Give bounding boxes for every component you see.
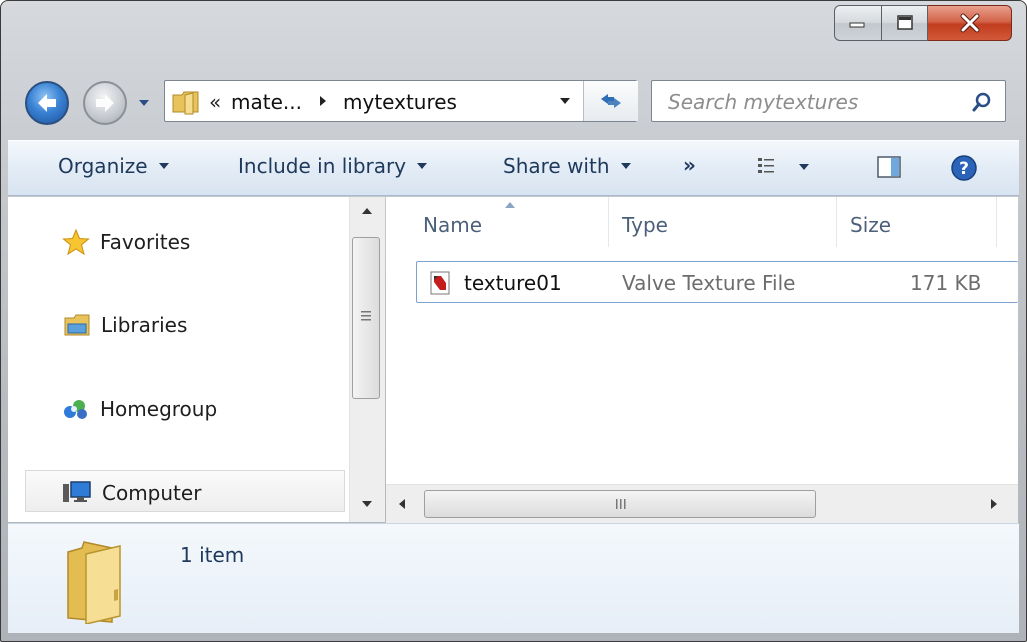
chevron-down-icon	[158, 163, 169, 169]
include-in-library-button[interactable]: Include in library	[238, 154, 428, 178]
arrow-left-icon	[38, 94, 56, 112]
nav-item-favorites[interactable]: Favorites	[62, 223, 190, 261]
scroll-down-icon[interactable]	[361, 500, 373, 508]
share-with-label: Share with	[503, 154, 610, 178]
column-divider[interactable]	[996, 197, 997, 247]
details-view-icon	[758, 158, 774, 173]
scroll-right-icon[interactable]	[990, 498, 998, 510]
column-header-name[interactable]: Name	[423, 213, 482, 237]
svg-text:?: ?	[959, 159, 969, 179]
horizontal-scrollbar[interactable]	[386, 484, 1018, 523]
command-bar: Organize Include in library Share with »	[8, 140, 1019, 196]
nav-item-label: Favorites	[100, 230, 191, 254]
caption-buttons	[834, 5, 1012, 43]
nav-item-computer[interactable]: Computer	[62, 474, 201, 512]
column-header-type[interactable]: Type	[622, 213, 668, 237]
column-header-size[interactable]: Size	[850, 213, 891, 237]
close-button[interactable]	[928, 5, 1012, 41]
search-box[interactable]: Search mytextures	[651, 80, 1006, 122]
nav-item-label: Libraries	[101, 313, 188, 337]
breadcrumb-arrow-icon[interactable]	[317, 93, 329, 109]
grip-icon	[361, 311, 371, 321]
refresh-icon	[601, 94, 621, 108]
texture-file-icon	[430, 271, 450, 295]
item-count: 1 item	[180, 543, 245, 567]
scroll-left-icon[interactable]	[398, 498, 406, 510]
chevron-down-icon	[417, 163, 428, 169]
column-divider[interactable]	[608, 197, 609, 247]
minimize-icon	[849, 22, 865, 28]
chevron-down-icon	[620, 163, 631, 169]
folder-icon	[67, 541, 121, 624]
minimize-button[interactable]	[834, 5, 882, 41]
grip-icon	[616, 499, 626, 509]
more-commands-button[interactable]: »	[683, 153, 696, 177]
help-icon: ?	[951, 155, 977, 181]
organize-label: Organize	[58, 154, 148, 178]
scrollbar-thumb[interactable]	[424, 490, 816, 518]
sort-ascending-icon	[505, 202, 515, 208]
change-view-button[interactable]	[756, 156, 810, 178]
share-with-button[interactable]: Share with	[503, 154, 632, 178]
explorer-window: « mate... mytextures Search mytextures O…	[0, 0, 1027, 642]
column-divider[interactable]	[836, 197, 837, 247]
scrollbar-thumb[interactable]	[352, 237, 380, 399]
libraries-icon	[64, 314, 90, 336]
nav-item-label: Homegroup	[100, 397, 218, 421]
address-overflow[interactable]: «	[209, 90, 221, 114]
back-button[interactable]	[25, 81, 69, 125]
help-button[interactable]: ?	[950, 154, 978, 182]
file-name[interactable]: texture01	[464, 271, 562, 295]
details-pane: 1 item	[8, 523, 1019, 633]
chevron-down-icon	[139, 100, 149, 106]
file-size: 171 KB	[910, 271, 982, 295]
breadcrumb-segment[interactable]: mate...	[231, 90, 302, 114]
nav-item-homegroup[interactable]: Homegroup	[62, 390, 217, 428]
arrow-right-icon	[96, 94, 114, 112]
address-bar[interactable]: « mate... mytextures	[164, 80, 638, 122]
computer-icon	[63, 481, 91, 502]
include-in-library-label: Include in library	[238, 154, 407, 178]
address-dropdown-icon[interactable]	[558, 96, 572, 106]
folder-icon	[172, 91, 199, 115]
star-icon	[62, 229, 90, 255]
file-row[interactable]: texture01 Valve Texture File 171 KB	[416, 261, 1018, 303]
organize-button[interactable]: Organize	[58, 154, 170, 178]
refresh-button[interactable]	[583, 81, 638, 121]
scroll-up-icon[interactable]	[361, 207, 373, 215]
vertical-scrollbar[interactable]	[349, 197, 385, 522]
nav-item-libraries[interactable]: Libraries	[63, 306, 187, 344]
homegroup-icon	[64, 400, 87, 419]
search-placeholder[interactable]: Search mytextures	[668, 90, 858, 114]
preview-pane-button[interactable]	[876, 155, 902, 179]
forward-button[interactable]	[83, 81, 127, 125]
chevron-down-icon	[799, 164, 809, 170]
breadcrumb-segment[interactable]: mytextures	[343, 90, 457, 114]
close-icon	[960, 13, 979, 33]
more-commands-label: »	[683, 153, 696, 177]
preview-pane-icon	[877, 156, 901, 178]
file-type: Valve Texture File	[622, 271, 796, 295]
nav-item-label: Computer	[102, 481, 202, 505]
maximize-icon	[896, 15, 913, 30]
file-list-pane: Name Type Size texture01 Valve Texture F…	[386, 197, 1018, 523]
search-icon[interactable]	[971, 91, 993, 113]
recent-locations-button[interactable]	[137, 95, 151, 109]
maximize-button[interactable]	[882, 5, 928, 41]
